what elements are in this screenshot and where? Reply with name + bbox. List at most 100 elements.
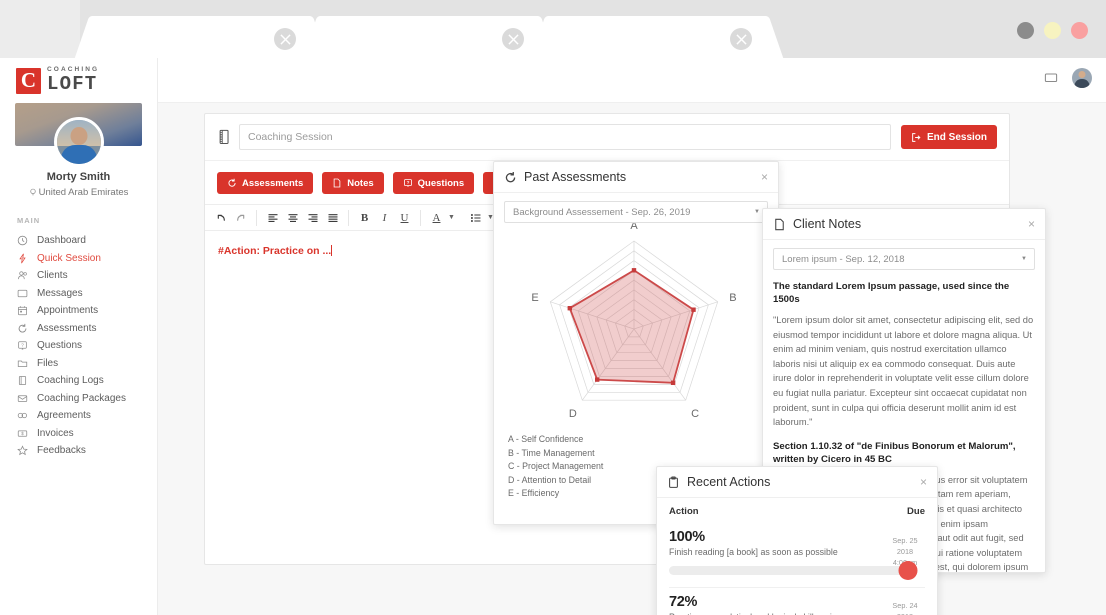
- chevron-down-icon[interactable]: ▼: [447, 214, 456, 221]
- sidebar-item-assessments[interactable]: Assessments: [0, 320, 157, 338]
- panel-title: Past Assessments: [504, 170, 626, 184]
- chrome-left-fill: [0, 0, 80, 58]
- panel-title-text: Past Assessments: [524, 170, 627, 184]
- svg-text:B: B: [729, 292, 736, 304]
- refresh-icon: [17, 323, 37, 334]
- sidebar-item-messages[interactable]: Messages: [0, 285, 157, 303]
- browser-tab[interactable]: [552, 16, 762, 58]
- clipboard-icon: [669, 475, 678, 488]
- bullet-list-icon[interactable]: [466, 207, 485, 228]
- note-icon: [775, 218, 784, 230]
- sidebar-item-questions[interactable]: ? Questions: [0, 337, 157, 355]
- sidebar-item-clients[interactable]: Clients: [0, 267, 157, 285]
- book-icon: [217, 129, 239, 145]
- assessments-button[interactable]: Assessments: [217, 172, 314, 194]
- panel-header: Past Assessments ×: [494, 162, 778, 193]
- align-right-icon[interactable]: [303, 207, 322, 228]
- window-minimize-button[interactable]: [1017, 22, 1034, 39]
- svg-text:E: E: [531, 292, 538, 304]
- app-shell: C COACHING LOFT Morty Smith United Arab …: [0, 58, 1106, 615]
- assessment-select[interactable]: Background Assessement - Sep. 26, 2019 ▼: [504, 201, 768, 223]
- close-icon[interactable]: [730, 28, 752, 50]
- sidebar-item-coaching-packages[interactable]: Coaching Packages: [0, 390, 157, 408]
- note-icon: [333, 178, 341, 188]
- recent-actions-table-header: Action Due: [657, 498, 937, 523]
- sidebar-item-quick-session[interactable]: Quick Session: [0, 250, 157, 268]
- profile-card: Morty Smith United Arab Emirates: [0, 103, 157, 198]
- close-icon[interactable]: [502, 28, 524, 50]
- notes-button[interactable]: Notes: [322, 172, 384, 194]
- text-cursor: [331, 245, 333, 256]
- sidebar-item-agreements[interactable]: Agreements: [0, 407, 157, 425]
- sidebar-item-feedbacks[interactable]: Feedbacks: [0, 442, 157, 460]
- panel-title-text: Client Notes: [793, 217, 862, 231]
- brand-mark: C: [16, 67, 41, 94]
- session-header: Coaching Session End Session: [205, 114, 1009, 161]
- users-icon: [17, 270, 37, 281]
- redo-icon[interactable]: [231, 207, 250, 228]
- note-heading: The standard Lorem Ipsum passage, used s…: [773, 281, 1010, 305]
- panel-header: Client Notes ×: [763, 209, 1045, 240]
- close-icon[interactable]: ×: [920, 476, 927, 488]
- note-paragraph: "Lorem ipsum dolor sit amet, consectetur…: [773, 315, 1034, 428]
- sidebar-item-dashboard[interactable]: Dashboard: [0, 232, 157, 250]
- window-controls: [1017, 22, 1088, 39]
- chevron-down-icon: ▼: [754, 209, 760, 215]
- screen: C COACHING LOFT Morty Smith United Arab …: [0, 0, 1106, 615]
- dashboard-icon: [17, 235, 37, 246]
- sidebar-item-label: Agreements: [37, 410, 91, 422]
- legend-item: A - Self Confidence: [508, 434, 584, 444]
- chat-icon[interactable]: [1044, 71, 1058, 85]
- action-description: Finish reading [a book] as soon as possi…: [669, 547, 838, 557]
- note-heading: Section 1.10.32 of "de Finibus Bonorum e…: [773, 440, 1016, 465]
- sidebar-item-invoices[interactable]: $ Invoices: [0, 425, 157, 443]
- end-session-button[interactable]: End Session: [900, 125, 997, 149]
- package-icon: [17, 393, 37, 404]
- column-due: Due: [907, 506, 925, 517]
- refresh-icon: [228, 178, 236, 187]
- sidebar-item-label: Appointments: [37, 305, 99, 317]
- button-label: Assessments: [242, 177, 304, 189]
- italic-button[interactable]: I: [375, 207, 394, 228]
- message-icon: [17, 288, 37, 299]
- session-title-input[interactable]: Coaching Session: [239, 124, 891, 150]
- svg-text:C: C: [691, 408, 699, 420]
- chevron-down-icon: ▼: [1021, 256, 1027, 262]
- calendar-icon: [17, 305, 37, 316]
- window-maximize-button[interactable]: [1044, 22, 1061, 39]
- sidebar-item-files[interactable]: Files: [0, 355, 157, 373]
- logout-icon: [912, 132, 921, 142]
- align-justify-icon[interactable]: [323, 207, 342, 228]
- sidebar-item-label: Questions: [37, 340, 83, 352]
- legend-item: B - Time Management: [508, 447, 595, 458]
- sidebar-item-appointments[interactable]: Appointments: [0, 302, 157, 320]
- underline-button[interactable]: U: [395, 207, 414, 228]
- brand-line2: LOFT: [47, 72, 98, 95]
- star-icon: [17, 445, 37, 456]
- brand-logo[interactable]: C COACHING LOFT: [0, 58, 157, 103]
- close-icon[interactable]: ×: [761, 171, 768, 183]
- button-label: Notes: [347, 177, 374, 189]
- undo-icon[interactable]: [211, 207, 230, 228]
- panel-title-text: Recent Actions: [687, 475, 771, 489]
- bold-button[interactable]: B: [355, 207, 374, 228]
- align-center-icon[interactable]: [283, 207, 302, 228]
- avatar[interactable]: [1072, 68, 1092, 88]
- note-select-value: Lorem ipsum - Sep. 12, 2018: [782, 253, 905, 265]
- browser-tab[interactable]: [324, 16, 534, 58]
- svg-text:D: D: [569, 408, 577, 420]
- close-icon[interactable]: [274, 28, 296, 50]
- sidebar-item-label: Quick Session: [37, 252, 101, 264]
- sidebar-item-coaching-logs[interactable]: Coaching Logs: [0, 372, 157, 390]
- close-icon[interactable]: ×: [1028, 218, 1035, 230]
- slider-handle[interactable]: [898, 560, 918, 580]
- question-icon: ?: [403, 179, 412, 187]
- note-select[interactable]: Lorem ipsum - Sep. 12, 2018 ▼: [773, 248, 1035, 270]
- window-close-button[interactable]: [1071, 22, 1088, 39]
- questions-button[interactable]: ? Questions: [392, 172, 475, 194]
- font-color-button[interactable]: A: [427, 207, 446, 228]
- align-left-icon[interactable]: [263, 207, 282, 228]
- sidebar-item-label: Coaching Logs: [37, 375, 104, 387]
- progress-slider[interactable]: [669, 560, 918, 580]
- browser-tab[interactable]: [96, 16, 306, 58]
